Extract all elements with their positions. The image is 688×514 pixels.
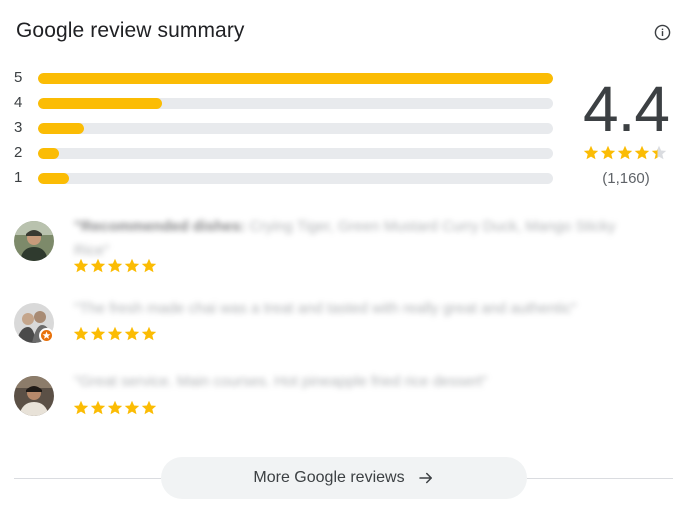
reviewer-avatar xyxy=(14,376,54,416)
star-icon xyxy=(73,326,89,341)
rating-bar-fill xyxy=(38,73,553,84)
star-icon xyxy=(73,258,89,273)
rating-row-label: 1 xyxy=(14,169,23,186)
rating-row-5: 5 xyxy=(14,68,554,93)
review-text: "Recommended dishes: Crying Tiger, Green… xyxy=(74,218,616,259)
rating-row-label: 2 xyxy=(14,144,23,161)
star-icon xyxy=(600,145,616,160)
divider xyxy=(14,478,161,479)
star-icon xyxy=(90,326,106,341)
more-google-reviews-button[interactable]: More Google reviews xyxy=(161,457,527,499)
review-count[interactable]: (1,160) xyxy=(578,170,674,187)
rating-bar-fill xyxy=(38,173,69,184)
more-reviews-label: More Google reviews xyxy=(253,469,405,486)
rating-bar-fill xyxy=(38,98,162,109)
star-icon xyxy=(141,258,157,273)
star-icon xyxy=(634,145,650,160)
local-guide-badge xyxy=(39,328,54,343)
star-icon xyxy=(107,400,123,415)
review-summary-panel: Google review summary 5 4 3 2 1 4.4 (1,1… xyxy=(0,0,688,514)
star-icon xyxy=(90,258,106,273)
rating-row-4: 4 xyxy=(14,93,554,118)
rating-row-2: 2 xyxy=(14,143,554,168)
review-text: "Great service. Main courses. Hot pineap… xyxy=(74,373,488,390)
star-icon xyxy=(107,326,123,341)
divider xyxy=(527,478,673,479)
average-rating-stars xyxy=(583,145,669,161)
arrow-right-icon xyxy=(418,472,432,484)
review-stars xyxy=(73,400,158,418)
star-icon xyxy=(73,400,89,415)
rating-bar-track xyxy=(38,148,553,159)
rating-bar-track xyxy=(38,73,553,84)
star-badge-icon xyxy=(42,331,51,339)
rating-bar-track xyxy=(38,173,553,184)
star-icon xyxy=(141,400,157,415)
reviewer-avatar xyxy=(14,221,54,261)
info-icon[interactable] xyxy=(654,24,671,41)
rating-bar-fill xyxy=(38,148,59,159)
rating-row-label: 4 xyxy=(14,94,23,111)
star-icon xyxy=(124,326,140,341)
rating-bar-track xyxy=(38,98,553,109)
star-icon xyxy=(651,145,667,160)
panel-title: Google review summary xyxy=(16,19,245,42)
review-text: "The fresh made chai was a treat and tas… xyxy=(74,300,577,317)
star-icon xyxy=(124,400,140,415)
star-icon xyxy=(583,145,599,160)
review-stars xyxy=(73,258,158,276)
average-rating: 4.4 xyxy=(583,73,670,145)
star-icon xyxy=(107,258,123,273)
rating-row-label: 3 xyxy=(14,119,23,136)
rating-row-label: 5 xyxy=(14,69,23,86)
star-icon xyxy=(141,326,157,341)
rating-row-1: 1 xyxy=(14,168,554,193)
rating-bar-fill xyxy=(38,123,85,134)
star-icon xyxy=(124,258,140,273)
rating-bar-track xyxy=(38,123,553,134)
rating-row-3: 3 xyxy=(14,118,554,143)
review-stars xyxy=(73,326,158,344)
star-icon xyxy=(617,145,633,160)
star-icon xyxy=(90,400,106,415)
rating-distribution: 5 4 3 2 1 xyxy=(14,68,554,193)
